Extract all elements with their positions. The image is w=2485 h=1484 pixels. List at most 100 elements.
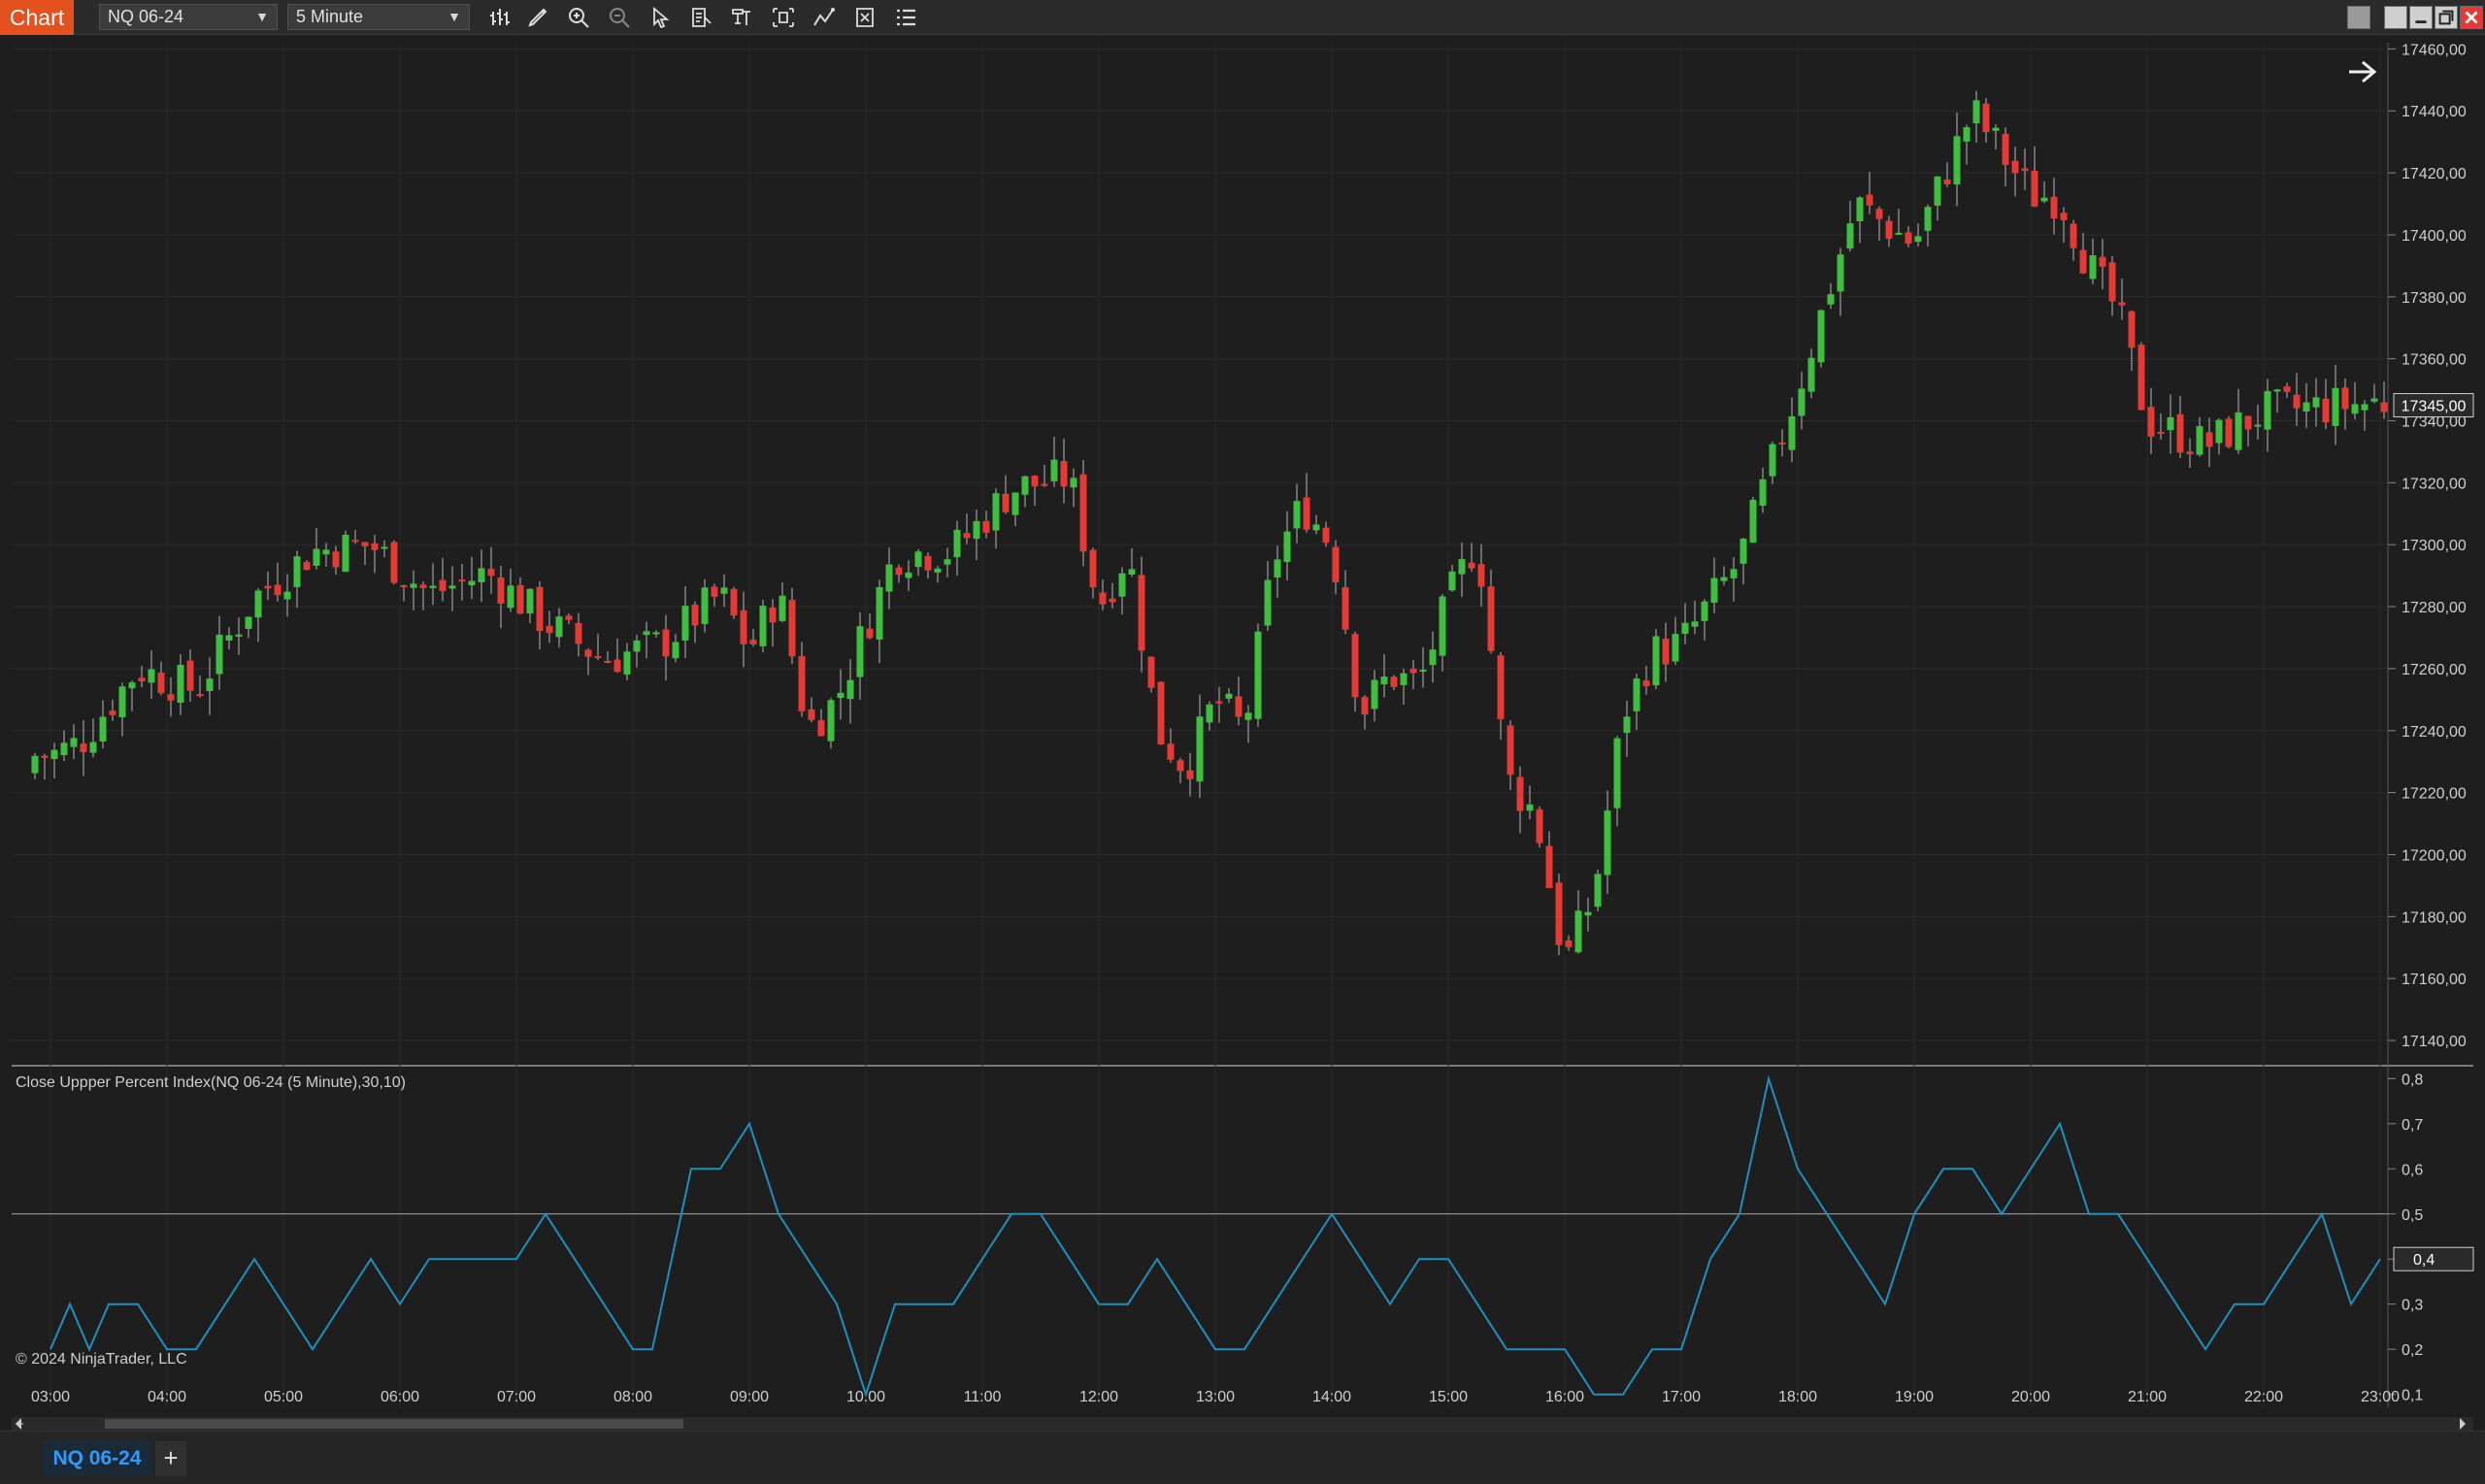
candle-body[interactable] xyxy=(1536,808,1543,843)
candle-body[interactable] xyxy=(788,600,796,657)
candle-body[interactable] xyxy=(1390,676,1398,687)
candle-body[interactable] xyxy=(643,631,650,636)
candle-body[interactable] xyxy=(575,622,582,644)
candle-body[interactable] xyxy=(1079,474,1087,552)
scrollbar-thumb[interactable] xyxy=(105,1419,683,1429)
candle-body[interactable] xyxy=(681,606,689,641)
candle-body[interactable] xyxy=(2099,256,2106,267)
candle-body[interactable] xyxy=(1361,697,1369,715)
candle-body[interactable] xyxy=(2176,413,2184,453)
price-axis[interactable]: 17460,00 17440,00 17420,00 17400,00 17380,00… xyxy=(2388,42,2467,1050)
candle-body[interactable] xyxy=(89,742,97,753)
candle-body[interactable] xyxy=(516,584,524,614)
candle-body[interactable] xyxy=(2137,345,2145,411)
candle-body[interactable] xyxy=(215,634,223,675)
candle-body[interactable] xyxy=(1788,415,1796,450)
candle-body[interactable] xyxy=(1507,725,1514,775)
candle-body[interactable] xyxy=(1468,562,1475,569)
candle-body[interactable] xyxy=(1759,478,1767,507)
candle-body[interactable] xyxy=(1866,194,1873,206)
candle-body[interactable] xyxy=(1244,712,1252,720)
candle-body[interactable] xyxy=(1642,680,1650,686)
candle-body[interactable] xyxy=(1147,656,1155,688)
candle-body[interactable] xyxy=(1254,631,1262,719)
candle-body[interactable] xyxy=(2351,404,2359,414)
candle-body[interactable] xyxy=(1720,577,1728,581)
candle-body[interactable] xyxy=(565,615,573,620)
candle-body[interactable] xyxy=(2225,418,2233,447)
candle-body[interactable] xyxy=(1856,197,1864,221)
minimize-icon[interactable] xyxy=(2409,6,2433,29)
candle-body[interactable] xyxy=(2147,407,2155,437)
candle-body[interactable] xyxy=(1439,596,1446,656)
candle-body[interactable] xyxy=(2215,419,2223,444)
candle-body[interactable] xyxy=(225,635,233,641)
candle-body[interactable] xyxy=(2060,213,2068,220)
candle-body[interactable] xyxy=(1584,911,1592,916)
templates-icon[interactable] xyxy=(730,6,755,29)
candle-body[interactable] xyxy=(973,520,980,540)
candle-body[interactable] xyxy=(274,584,282,596)
candle-body[interactable] xyxy=(1342,586,1349,630)
candle-body[interactable] xyxy=(254,590,262,618)
candle-body[interactable] xyxy=(41,755,49,758)
candle-body[interactable] xyxy=(2370,398,2378,402)
candle-body[interactable] xyxy=(1497,655,1505,720)
candle-body[interactable] xyxy=(1400,673,1408,685)
candle-body[interactable] xyxy=(1516,776,1524,811)
pointer-icon[interactable] xyxy=(648,6,674,29)
candle-body[interactable] xyxy=(2244,415,2252,430)
candle-body[interactable] xyxy=(2011,160,2019,174)
candle-body[interactable] xyxy=(730,588,738,616)
candle-body[interactable] xyxy=(2196,426,2203,455)
candle-body[interactable] xyxy=(342,534,349,573)
candle-body[interactable] xyxy=(1002,493,1010,512)
candle-body[interactable] xyxy=(798,656,806,711)
candle-body[interactable] xyxy=(526,588,534,614)
candle-body[interactable] xyxy=(1477,564,1485,587)
candle-body[interactable] xyxy=(1429,649,1437,666)
candle-body[interactable] xyxy=(1526,804,1534,811)
candle-body[interactable] xyxy=(1138,575,1145,651)
candle-body[interactable] xyxy=(1487,586,1495,651)
candle-body[interactable] xyxy=(1050,459,1058,481)
candle-body[interactable] xyxy=(2273,389,2281,392)
candle-body[interactable] xyxy=(1574,910,1582,953)
candle-body[interactable] xyxy=(827,700,835,742)
candle-body[interactable] xyxy=(1594,874,1602,907)
candle-body[interactable] xyxy=(2312,397,2320,408)
candle-body[interactable] xyxy=(895,567,903,576)
candle-body[interactable] xyxy=(2264,390,2271,430)
candle-body[interactable] xyxy=(235,634,243,637)
candle-body[interactable] xyxy=(2380,402,2388,412)
candle-body[interactable] xyxy=(2332,387,2339,426)
candle-body[interactable] xyxy=(2157,432,2165,435)
zoom-in-icon[interactable] xyxy=(567,6,592,29)
candle-body[interactable] xyxy=(1409,668,1417,674)
candle-body[interactable] xyxy=(109,710,116,715)
candle-body[interactable] xyxy=(1021,476,1029,495)
candle-body[interactable] xyxy=(876,586,883,640)
candle-body[interactable] xyxy=(2303,402,2310,412)
candle-body[interactable] xyxy=(1196,716,1204,782)
candle-body[interactable] xyxy=(1992,127,2000,131)
candle-body[interactable] xyxy=(1749,499,1757,544)
candle-body[interactable] xyxy=(856,626,864,677)
indicator-panel[interactable] xyxy=(12,1068,2388,1407)
candle-body[interactable] xyxy=(439,579,447,591)
candle-body[interactable] xyxy=(1817,310,1825,363)
candle-body[interactable] xyxy=(1623,716,1631,734)
restore-icon[interactable] xyxy=(2435,6,2458,29)
candle-body[interactable] xyxy=(264,585,272,589)
candle-body[interactable] xyxy=(720,587,728,594)
candle-body[interactable] xyxy=(1283,531,1291,563)
drawing-tools-icon[interactable] xyxy=(526,6,551,29)
candle-body[interactable] xyxy=(381,546,388,549)
candle-body[interactable] xyxy=(1710,577,1718,603)
candle-body[interactable] xyxy=(1235,696,1242,717)
candle-body[interactable] xyxy=(293,556,301,587)
candle-body[interactable] xyxy=(2293,394,2301,409)
candle-body[interactable] xyxy=(157,673,165,694)
candle-body[interactable] xyxy=(2079,249,2087,274)
candle-body[interactable] xyxy=(2021,168,2029,172)
